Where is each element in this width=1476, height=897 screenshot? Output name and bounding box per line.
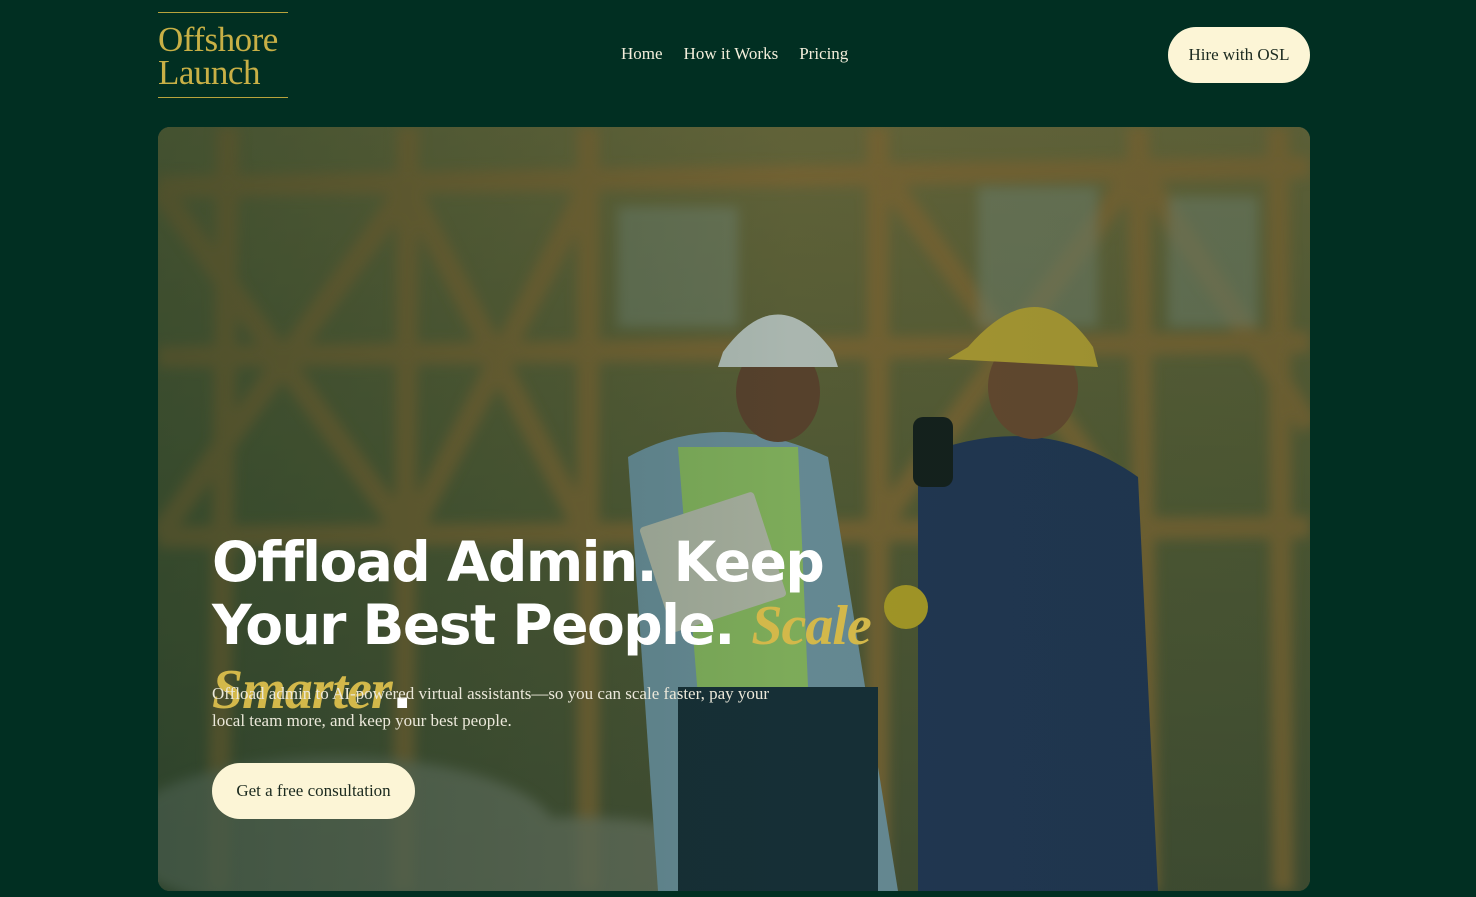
- nav-pricing[interactable]: Pricing: [799, 44, 848, 64]
- hero-section: Offload Admin. Keep Your Best People. Sc…: [158, 127, 1310, 891]
- main-nav: Home How it Works Pricing: [621, 44, 848, 64]
- logo-line-2: Launch: [158, 53, 260, 92]
- nav-home[interactable]: Home: [621, 44, 663, 64]
- free-consultation-button[interactable]: Get a free consultation: [212, 763, 415, 819]
- nav-how-it-works[interactable]: How it Works: [684, 44, 779, 64]
- landing-page: Offshore Launch Home How it Works Pricin…: [0, 0, 1476, 897]
- logo-line-1: Offshore: [158, 20, 278, 59]
- hero-subtext: Offload admin to AI-powered virtual assi…: [212, 684, 770, 730]
- headline-main: Offload Admin. Keep Your Best People.: [212, 530, 825, 657]
- logo[interactable]: Offshore Launch: [158, 12, 288, 98]
- hire-with-osl-button[interactable]: Hire with OSL: [1168, 27, 1310, 83]
